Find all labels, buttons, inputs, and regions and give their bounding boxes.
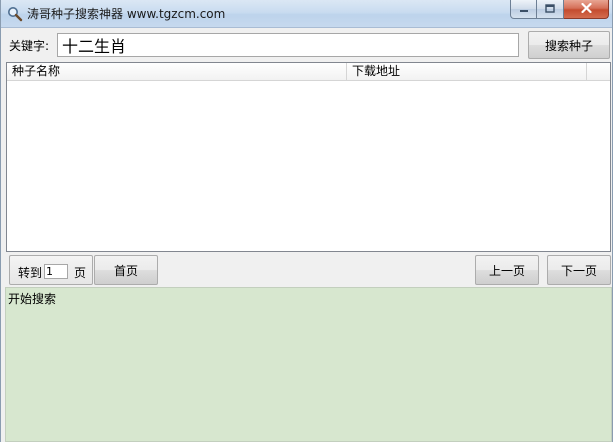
prev-page-button[interactable]: 上一页 [475,255,539,285]
first-page-button[interactable]: 首页 [94,255,158,285]
goto-page-box: 转到 页 [9,255,93,285]
close-button[interactable] [564,0,609,19]
maximize-icon [545,2,555,16]
minimize-button[interactable] [510,0,537,19]
maximize-button[interactable] [537,0,564,19]
keyword-input[interactable] [57,33,519,57]
column-header-name[interactable]: 种子名称 [7,63,347,81]
window-title: 涛哥种子搜索神器 www.tgzcm.com [27,7,226,21]
app-window: 涛哥种子搜索神器 www.tgzcm.com 关键字: 搜索种子 [0,0,613,442]
keyword-row: 关键字: 搜索种子 [5,30,610,60]
search-icon [7,6,23,22]
caption-buttons [510,0,609,19]
close-icon [580,2,592,16]
minimize-icon [519,2,529,16]
search-button[interactable]: 搜索种子 [528,31,610,59]
title-bar[interactable]: 涛哥种子搜索神器 www.tgzcm.com [1,0,612,28]
next-page-button[interactable]: 下一页 [547,255,611,285]
pager-row: 转到 页 首页 上一页 下一页 [5,253,612,287]
column-header-url[interactable]: 下载地址 [347,63,587,81]
results-body[interactable] [7,82,610,251]
log-text: 开始搜索 [8,292,57,306]
results-list[interactable]: 种子名称 下载地址 [6,62,611,252]
results-header: 种子名称 下载地址 [7,63,610,81]
column-header-filler [587,63,610,81]
keyword-label: 关键字: [9,39,50,53]
goto-suffix-label: 页 [74,266,87,280]
log-area[interactable]: 开始搜索 [5,287,612,442]
page-number-input[interactable] [44,264,68,279]
goto-prefix-label: 转到 [18,266,43,280]
